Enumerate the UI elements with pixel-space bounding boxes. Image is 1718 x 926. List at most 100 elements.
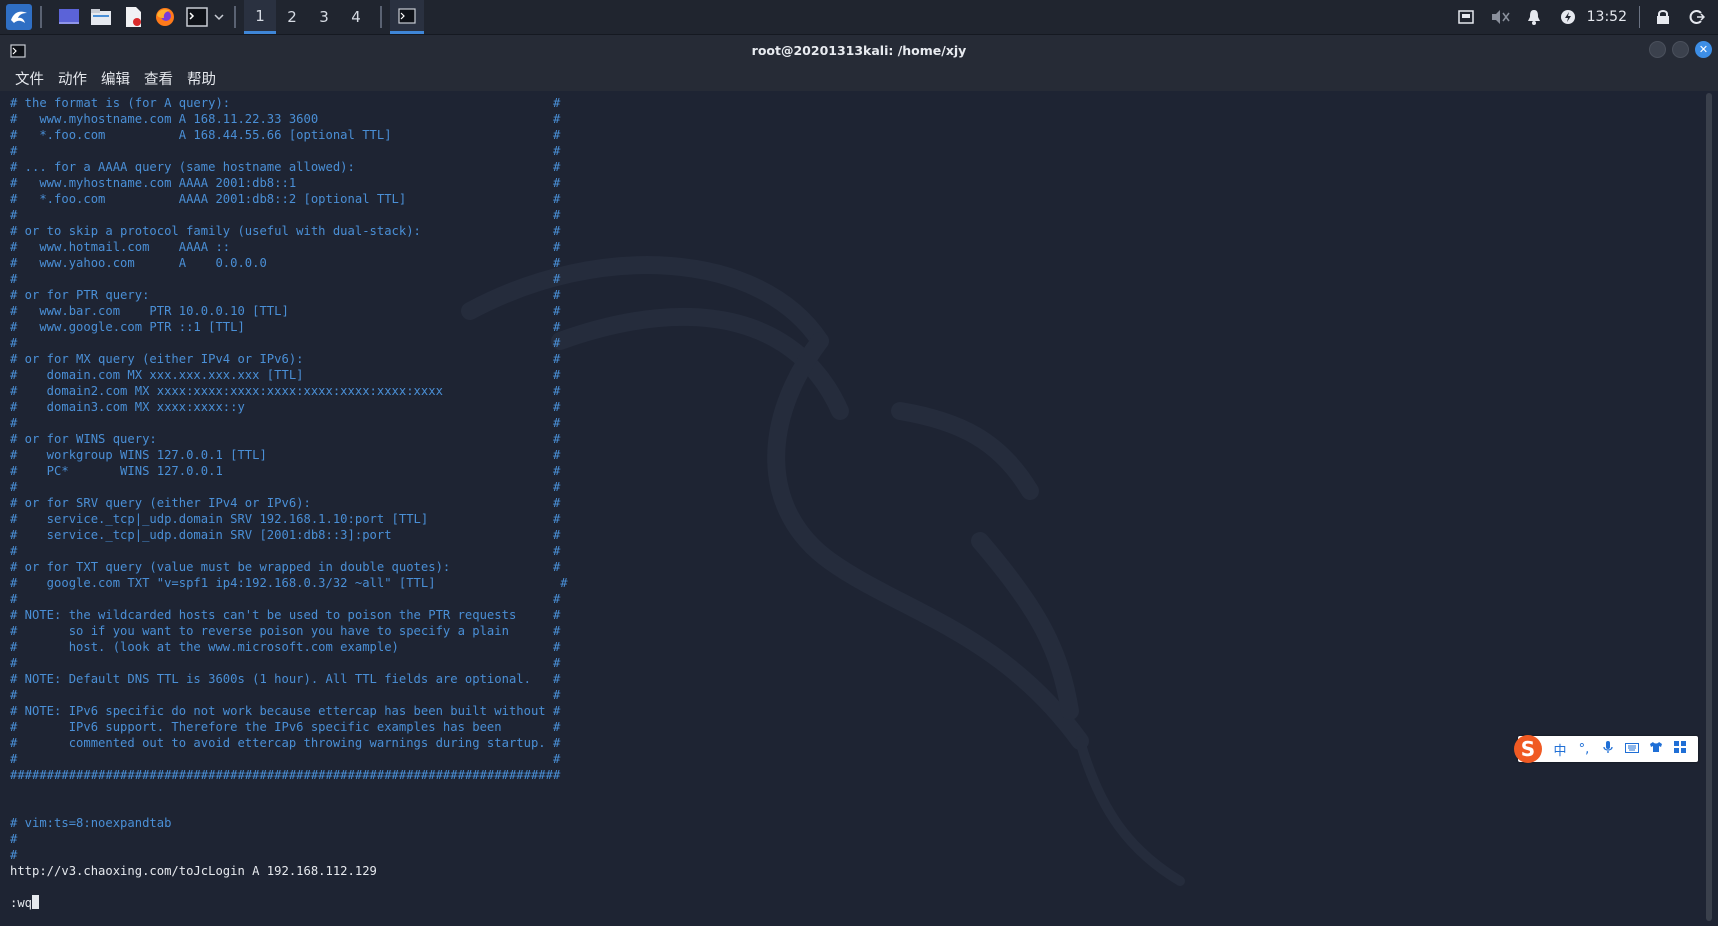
terminal-comment-line: # ... for a AAAA query (same hostname al… [10, 160, 561, 174]
file-manager-icon[interactable] [88, 4, 114, 30]
bell-icon[interactable] [1521, 4, 1547, 30]
logout-icon[interactable] [1684, 4, 1710, 30]
toolbox-grid-icon[interactable] [1668, 741, 1692, 757]
terminal-comment-line: # workgroup WINS 127.0.0.1 [TTL] # [10, 448, 561, 462]
workspace-3[interactable]: 3 [308, 0, 340, 34]
ime-language-toggle[interactable]: 中 [1548, 740, 1572, 759]
terminal-comment-line: # [10, 832, 18, 846]
taskbar-window-terminal[interactable] [390, 0, 424, 34]
kali-menu-icon[interactable] [6, 4, 32, 30]
terminal-comment-line: # # [10, 272, 561, 286]
terminal-comment-line: # # [10, 544, 561, 558]
terminal-comment-line: # www.myhostname.com A 168.11.22.33 3600… [10, 112, 561, 126]
terminal-comment-line: # domain3.com MX xxxx:xxxx::y # [10, 400, 561, 414]
clock[interactable]: 13:52 [1587, 9, 1627, 25]
terminal-comment-line: # # [10, 752, 561, 766]
terminal-comment-line: # www.myhostname.com AAAA 2001:db8::1 # [10, 176, 561, 190]
terminal-comment-line [10, 799, 568, 815]
taskbar-separator [40, 6, 42, 28]
terminal-comment-line: # service._tcp|_udp.domain SRV [2001:db8… [10, 528, 561, 542]
vim-command-line[interactable]: :wq [10, 895, 568, 911]
terminal-comment-line: # NOTE: Default DNS TTL is 3600s (1 hour… [10, 672, 561, 686]
terminal-area[interactable]: # the format is (for A query): # # www.my… [0, 91, 1718, 926]
terminal-comment-line: # PC* WINS 127.0.0.1 # [10, 464, 561, 478]
terminal-comment-line: # # [10, 480, 561, 494]
text-cursor [32, 895, 40, 909]
menu-file[interactable]: 文件 [15, 68, 44, 89]
terminal-comment-line: # # [10, 144, 561, 158]
menu-help[interactable]: 帮助 [187, 68, 216, 89]
terminal-comment-line: # www.yahoo.com A 0.0.0.0 # [10, 256, 561, 270]
terminal-comment-line: # # [10, 656, 561, 670]
window-title: root@20201313kali: /home/xjy [751, 42, 967, 58]
terminal-comment-line: # # [10, 688, 561, 702]
ime-punctuation-toggle[interactable]: °, [1572, 742, 1596, 757]
terminal-icon[interactable] [10, 43, 26, 62]
terminal-comment-line: # NOTE: the wildcarded hosts can't be us… [10, 608, 561, 622]
terminal-comment-line: # commented out to avoid ettercap throwi… [10, 736, 561, 750]
terminal-output: # the format is (for A query): # # www.my… [10, 95, 568, 911]
terminal-comment-line: # domain.com MX xxx.xxx.xxx.xxx [TTL] # [10, 368, 561, 382]
text-editor-icon[interactable] [120, 4, 146, 30]
menu-view[interactable]: 查看 [144, 68, 173, 89]
terminal-comment-line: ########################################… [10, 768, 561, 782]
terminal-comment-line: # *.foo.com AAAA 2001:db8::2 [optional T… [10, 192, 561, 206]
taskbar-launchers: 1 2 3 4 [0, 0, 424, 34]
terminal-comment-line: # or for TXT query (value must be wrappe… [10, 560, 561, 574]
terminal-icon[interactable] [184, 4, 210, 30]
workspace-2[interactable]: 2 [276, 0, 308, 34]
show-desktop-icon[interactable] [56, 4, 82, 30]
menu-bar: 文件 动作 编辑 查看 帮助 [0, 65, 1718, 91]
terminal-comment-line: # the format is (for A query): # [10, 96, 561, 110]
terminal-comment-line: # vim:ts=8:noexpandtab [10, 816, 172, 830]
volume-muted-icon[interactable] [1487, 4, 1513, 30]
close-button[interactable]: ✕ [1695, 41, 1712, 58]
tray-separator [1639, 6, 1640, 28]
terminal-comment-line: # domain2.com MX xxxx:xxxx:xxxx:xxxx:xxx… [10, 384, 561, 398]
terminal-icon [398, 7, 416, 24]
taskbar: 1 2 3 4 13:52 [0, 0, 1718, 35]
sogou-logo-icon[interactable]: S [1514, 735, 1542, 763]
skin-shirt-icon[interactable] [1644, 741, 1668, 757]
terminal-comment-line: # or to skip a protocol family (useful w… [10, 224, 561, 238]
terminal-comment-line: # [10, 848, 18, 862]
microphone-icon[interactable] [1596, 740, 1620, 758]
terminal-comment-line: # *.foo.com A 168.44.55.66 [optional TTL… [10, 128, 561, 142]
close-icon: ✕ [1698, 43, 1709, 56]
terminal-comment-line: # # [10, 208, 561, 222]
workspace-1[interactable]: 1 [244, 0, 276, 34]
window-controls: ✕ [1643, 41, 1712, 58]
clipboard-icon[interactable] [1453, 4, 1479, 30]
window-titlebar[interactable]: root@20201313kali: /home/xjy ✕ [0, 35, 1718, 65]
menu-edit[interactable]: 编辑 [101, 68, 130, 89]
maximize-button[interactable] [1672, 41, 1689, 58]
terminal-comment-line: # so if you want to reverse poison you h… [10, 624, 561, 638]
vim-command-text: :wq [10, 896, 33, 910]
taskbar-separator [234, 6, 236, 28]
firefox-icon[interactable] [152, 4, 178, 30]
scrollbar[interactable] [1706, 93, 1712, 921]
workspace-4[interactable]: 4 [340, 0, 372, 34]
terminal-comment-line: # or for PTR query: # [10, 288, 561, 302]
terminal-comment-line: # service._tcp|_udp.domain SRV 192.168.1… [10, 512, 561, 526]
lock-icon[interactable] [1650, 4, 1676, 30]
system-tray: 13:52 [1449, 0, 1718, 34]
terminal-comment-line: # or for WINS query: # [10, 432, 561, 446]
terminal-comment-line: # IPv6 support. Therefore the IPv6 speci… [10, 720, 561, 734]
terminal-comment-line: # # [10, 592, 561, 606]
chevron-down-icon[interactable] [212, 4, 226, 30]
terminal-comment-line: # google.com TXT "v=spf1 ip4:192.168.0.3… [10, 576, 568, 590]
terminal-comment-line: # NOTE: IPv6 specific do not work becaus… [10, 704, 561, 718]
terminal-comment-line: # www.hotmail.com AAAA :: # [10, 240, 561, 254]
power-status-icon[interactable] [1555, 4, 1581, 30]
keyboard-icon[interactable] [1620, 742, 1644, 757]
ime-toolbar[interactable]: S 中 °, [1514, 735, 1698, 763]
minimize-button[interactable] [1649, 41, 1666, 58]
terminal-comment-line: # or for MX query (either IPv4 or IPv6):… [10, 352, 561, 366]
menu-actions[interactable]: 动作 [58, 68, 87, 89]
taskbar-separator [380, 6, 382, 28]
terminal-comment-line: # # [10, 416, 561, 430]
terminal-comment-line: # host. (look at the www.microsoft.com e… [10, 640, 561, 654]
terminal-comment-line: # www.google.com PTR ::1 [TTL] # [10, 320, 561, 334]
